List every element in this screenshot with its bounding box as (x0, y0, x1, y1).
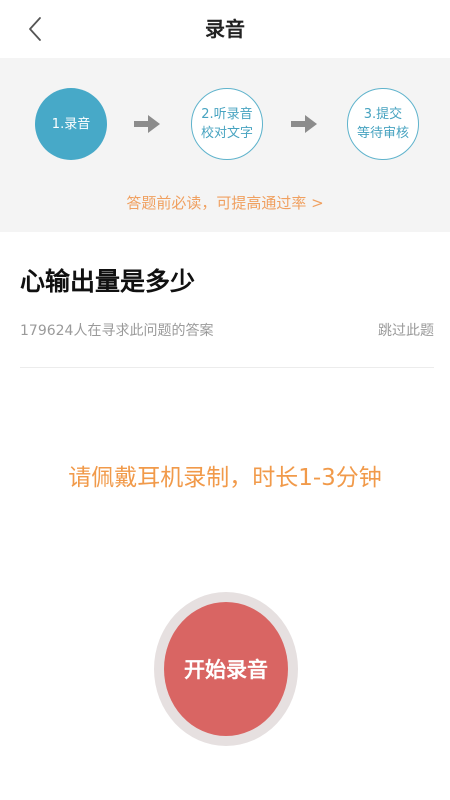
seek-count-text: 179624人在寻求此问题的答案 (20, 323, 214, 339)
recording-page: 录音 1.录音 2.听录音 校对文字 3.提交 等待审核 答题前必读，可提高通过… (0, 0, 450, 800)
arrow-right-icon (134, 115, 160, 133)
steps-panel: 1.录音 2.听录音 校对文字 3.提交 等待审核 答题前必读，可提高通过率 > (0, 58, 450, 232)
question-title: 心输出量是多少 (20, 267, 196, 296)
step-label: 1.录音 (51, 116, 91, 132)
step-label: 2.听录音 校对文字 (200, 107, 253, 141)
step-proofread: 2.听录音 校对文字 (191, 88, 263, 160)
step-submit: 3.提交 等待审核 (347, 88, 419, 160)
skip-question-button[interactable]: 跳过此题 (378, 320, 434, 340)
header-bar: 录音 (0, 0, 450, 58)
step-label: 3.提交 等待审核 (356, 107, 409, 141)
arrow-right-icon (291, 115, 317, 133)
page-title: 录音 (205, 17, 245, 41)
divider (20, 367, 434, 368)
must-read-link[interactable]: 答题前必读，可提高通过率 > (0, 192, 450, 213)
record-button-ring: 开始录音 (154, 592, 298, 746)
step-record: 1.录音 (35, 88, 107, 160)
start-recording-button[interactable]: 开始录音 (164, 602, 288, 736)
recording-instruction: 请佩戴耳机录制，时长1-3分钟 (68, 465, 382, 491)
